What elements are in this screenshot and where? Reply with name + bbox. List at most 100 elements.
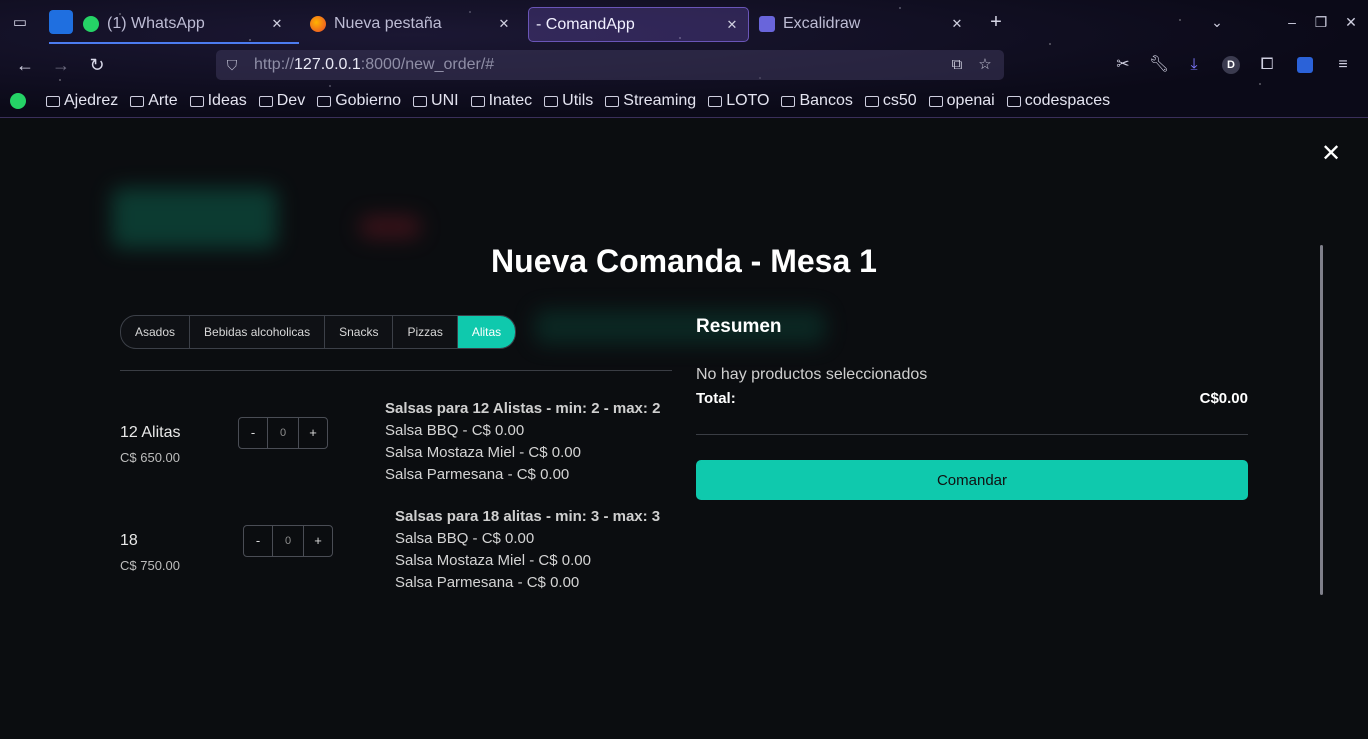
- close-icon[interactable]: ✕: [947, 16, 967, 32]
- folder-icon: [928, 95, 943, 107]
- category-tabs: Asados Bebidas alcoholicas Snacks Pizzas…: [120, 315, 517, 349]
- excalidraw-icon: [759, 15, 775, 32]
- total-label: Total:: [696, 390, 736, 407]
- increment-button[interactable]: +: [304, 526, 332, 556]
- restore-icon[interactable]: ❐: [1311, 12, 1331, 32]
- download-icon[interactable]: ⤓: [1183, 54, 1205, 76]
- modal-title: Nueva Comanda - Mesa 1: [491, 243, 877, 279]
- quantity-input[interactable]: 0: [272, 526, 304, 556]
- profile-avatar-icon[interactable]: D: [1222, 56, 1240, 74]
- comandar-button[interactable]: Comandar: [696, 460, 1248, 500]
- summary-empty-text: No hay productos seleccionados: [696, 366, 928, 383]
- shield-icon[interactable]: ⛉: [224, 57, 240, 73]
- back-arrow-icon[interactable]: ←: [14, 54, 36, 76]
- product-price: C$ 650.00: [120, 450, 180, 465]
- sauce-options: Salsas para 12 Alistas - min: 2 - max: 2…: [385, 400, 660, 488]
- quantity-input[interactable]: 0: [267, 418, 299, 448]
- folder-icon: [189, 95, 204, 107]
- folder-icon: [317, 95, 332, 107]
- navigation-bar: ← → ↻ ⛉ http://127.0.0.1:8000/new_order/…: [0, 46, 1368, 184]
- folder-icon: [605, 95, 620, 107]
- whatsapp-icon: [10, 93, 26, 109]
- url-scheme: http://: [254, 56, 295, 73]
- bookmark-folder[interactable]: Arte: [130, 92, 178, 110]
- browser-chrome: ▭ (1) WhatsApp ✕ Nueva pestaña ✕ - Coman…: [0, 0, 1368, 184]
- translate-icon[interactable]: ⧉: [948, 56, 966, 74]
- sauce-option[interactable]: Salsa BBQ - C$ 0.00: [385, 422, 660, 439]
- window-close-icon[interactable]: ✕: [1341, 12, 1361, 32]
- forward-arrow-icon[interactable]: →: [50, 54, 72, 76]
- page-backdrop: [0, 118, 1368, 739]
- bookmark-star-icon[interactable]: ☆: [976, 56, 994, 74]
- decrement-button[interactable]: -: [239, 418, 267, 448]
- bookmark-label: UNI: [431, 92, 459, 109]
- extension-icon[interactable]: [1297, 57, 1313, 73]
- decrement-button[interactable]: -: [244, 526, 272, 556]
- bookmark-folder[interactable]: Streaming: [605, 92, 696, 110]
- close-icon[interactable]: ✕: [494, 16, 514, 32]
- url-text[interactable]: http://127.0.0.1:8000/new_order/#: [254, 56, 948, 74]
- sauce-option[interactable]: Salsa Parmesana - C$ 0.00: [395, 574, 660, 591]
- chevron-down-icon[interactable]: ⌄: [1207, 12, 1227, 32]
- bookmark-folder[interactable]: openai: [928, 92, 995, 110]
- total-value: C$0.00: [1199, 390, 1248, 407]
- pinned-tab-icon[interactable]: [49, 10, 73, 34]
- folder-icon: [781, 95, 796, 107]
- divider: [120, 370, 672, 371]
- close-icon[interactable]: ✕: [722, 17, 742, 33]
- bookmark-label: Gobierno: [335, 92, 402, 109]
- reload-icon[interactable]: ↻: [86, 54, 108, 76]
- menu-hamburger-icon[interactable]: ≡: [1332, 54, 1354, 76]
- bookmark-label: Ajedrez: [64, 92, 119, 109]
- bookmark-folder[interactable]: LOTO: [708, 92, 769, 110]
- bookmark-whatsapp[interactable]: [10, 93, 34, 109]
- tab-excalidraw[interactable]: Excalidraw ✕: [759, 7, 973, 40]
- extensions-puzzle-icon[interactable]: ⧠: [1256, 54, 1278, 76]
- sauce-option[interactable]: Salsa BBQ - C$ 0.00: [395, 530, 660, 547]
- new-tab-plus-icon[interactable]: +: [986, 11, 1006, 33]
- firefox-icon: [310, 15, 326, 32]
- bookmark-folder[interactable]: codespaces: [1006, 92, 1110, 110]
- bookmark-folder[interactable]: Ajedrez: [46, 92, 118, 110]
- bookmark-folder[interactable]: Bancos: [781, 92, 853, 110]
- tab-asados[interactable]: Asados: [121, 316, 191, 348]
- increment-button[interactable]: +: [299, 418, 327, 448]
- folder-icon: [130, 95, 145, 107]
- wrench-icon[interactable]: 🔧︎: [1148, 54, 1170, 76]
- bookmark-folder[interactable]: Gobierno: [317, 92, 401, 110]
- sauce-option[interactable]: Salsa Mostaza Miel - C$ 0.00: [385, 444, 660, 461]
- tab-whatsapp[interactable]: (1) WhatsApp ✕: [83, 7, 293, 40]
- tab-title: - ComandApp: [536, 15, 635, 33]
- minimize-icon[interactable]: –: [1282, 12, 1302, 32]
- bookmark-folder[interactable]: Inatec: [470, 92, 532, 110]
- sauce-header: Salsas para 18 alitas - min: 3 - max: 3: [395, 508, 661, 525]
- tab-alitas[interactable]: Alitas: [457, 316, 516, 348]
- screenshot-scissors-icon[interactable]: ✂: [1112, 54, 1134, 76]
- sauce-header: Salsas para 12 Alistas - min: 2 - max: 2: [385, 400, 661, 417]
- blurred-background-card: [112, 188, 277, 248]
- sauce-option[interactable]: Salsa Mostaza Miel - C$ 0.00: [395, 552, 660, 569]
- bookmark-folder[interactable]: Ideas: [189, 92, 247, 110]
- bookmark-label: Ideas: [207, 92, 247, 109]
- address-bar[interactable]: ⛉ http://127.0.0.1:8000/new_order/# ⧉ ☆: [216, 50, 1004, 184]
- divider: [696, 434, 1248, 435]
- bookmark-folder[interactable]: UNI: [413, 92, 459, 110]
- modal-close-icon[interactable]: ✕: [1318, 141, 1344, 167]
- folder-icon: [1006, 95, 1021, 107]
- url-path: :8000/new_order/#: [360, 56, 495, 73]
- sauce-option[interactable]: Salsa Parmesana - C$ 0.00: [385, 466, 660, 483]
- tab-list-icon[interactable]: ▭: [10, 13, 30, 33]
- tab-title: Nueva pestaña: [334, 14, 442, 32]
- modal-scrollbar[interactable]: [1320, 245, 1323, 595]
- bookmark-folder[interactable]: Utils: [544, 92, 593, 110]
- tab-pizzas[interactable]: Pizzas: [393, 316, 458, 348]
- tab-snacks[interactable]: Snacks: [325, 316, 394, 348]
- tab-comandapp[interactable]: - ComandApp ✕: [528, 7, 749, 42]
- bookmark-label: Streaming: [623, 92, 697, 109]
- close-icon[interactable]: ✕: [267, 16, 287, 32]
- bookmark-folder[interactable]: Dev: [258, 92, 305, 110]
- tab-new-tab[interactable]: Nueva pestaña ✕: [310, 7, 520, 40]
- bookmark-folder[interactable]: cs50: [864, 92, 917, 110]
- tab-bebidas-alcoholicas[interactable]: Bebidas alcoholicas: [190, 316, 326, 348]
- url-host: 127.0.0.1: [294, 56, 361, 73]
